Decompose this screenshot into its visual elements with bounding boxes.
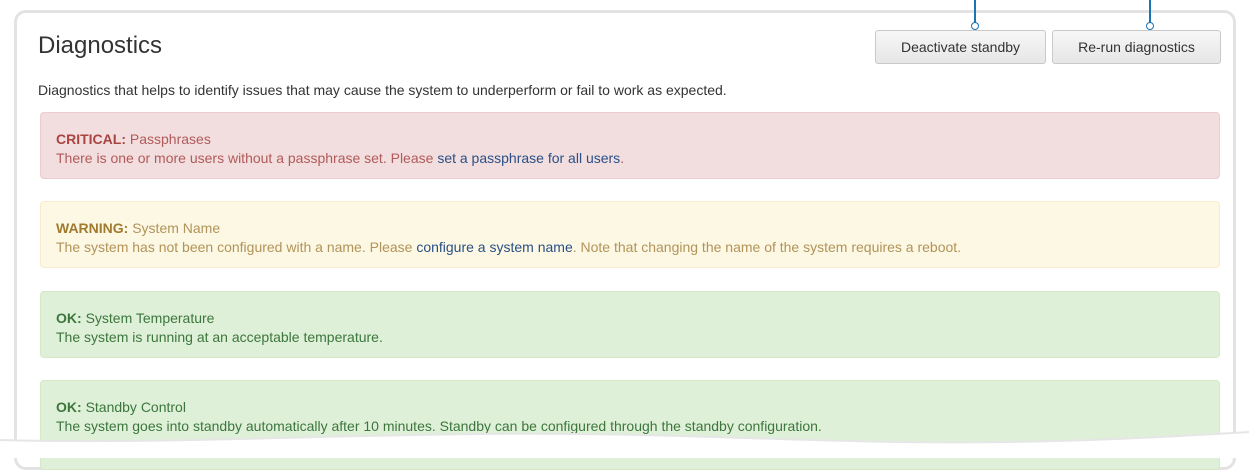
callout-dot-deactivate xyxy=(971,22,979,30)
alert-heading: OK: System Temperature xyxy=(56,309,1204,328)
torn-edge-decoration xyxy=(0,431,1249,458)
alert-level: OK: xyxy=(56,399,82,415)
alert-name: Standby Control xyxy=(85,399,186,415)
alert-ok-system-temperature: OK: System Temperature The system is run… xyxy=(40,291,1220,358)
alert-level: CRITICAL: xyxy=(56,131,126,147)
callout-line-deactivate xyxy=(974,0,976,24)
alert-critical-passphrases: CRITICAL: Passphrases There is one or mo… xyxy=(40,112,1220,179)
alert-message: There is one or more users without a pas… xyxy=(56,149,1204,168)
callout-line-rerun xyxy=(1149,0,1151,24)
callout-dot-rerun xyxy=(1146,22,1154,30)
alert-name: System Name xyxy=(132,220,221,236)
alert-text-after: . Note that changing the name of the sys… xyxy=(572,239,962,255)
alert-message: The system has not been configured with … xyxy=(56,238,1204,257)
alert-warning-system-name: WARNING: System Name The system has not … xyxy=(40,201,1220,268)
alert-text: There is one or more users without a pas… xyxy=(56,150,438,166)
alert-heading: OK: Standby Control xyxy=(56,398,1204,417)
page-title: Diagnostics xyxy=(38,32,163,59)
alert-name: System Temperature xyxy=(85,310,215,326)
configure-system-name-link[interactable]: configure a system name xyxy=(416,239,572,255)
alert-level: WARNING: xyxy=(56,220,129,236)
alert-name: Passphrases xyxy=(129,131,211,147)
alert-text: The system has not been configured with … xyxy=(56,239,417,255)
set-passphrase-link[interactable]: set a passphrase for all users xyxy=(437,150,620,166)
deactivate-standby-button[interactable]: Deactivate standby xyxy=(875,30,1046,64)
page-description: Diagnostics that helps to identify issue… xyxy=(38,82,727,98)
alert-heading: CRITICAL: Passphrases xyxy=(56,130,1204,149)
alert-heading: WARNING: System Name xyxy=(56,219,1204,238)
alert-level: OK: xyxy=(56,310,82,326)
alert-message: The system is running at an acceptable t… xyxy=(56,329,383,345)
alert-text-after: . xyxy=(620,150,625,166)
rerun-diagnostics-button[interactable]: Re-run diagnostics xyxy=(1052,30,1221,64)
